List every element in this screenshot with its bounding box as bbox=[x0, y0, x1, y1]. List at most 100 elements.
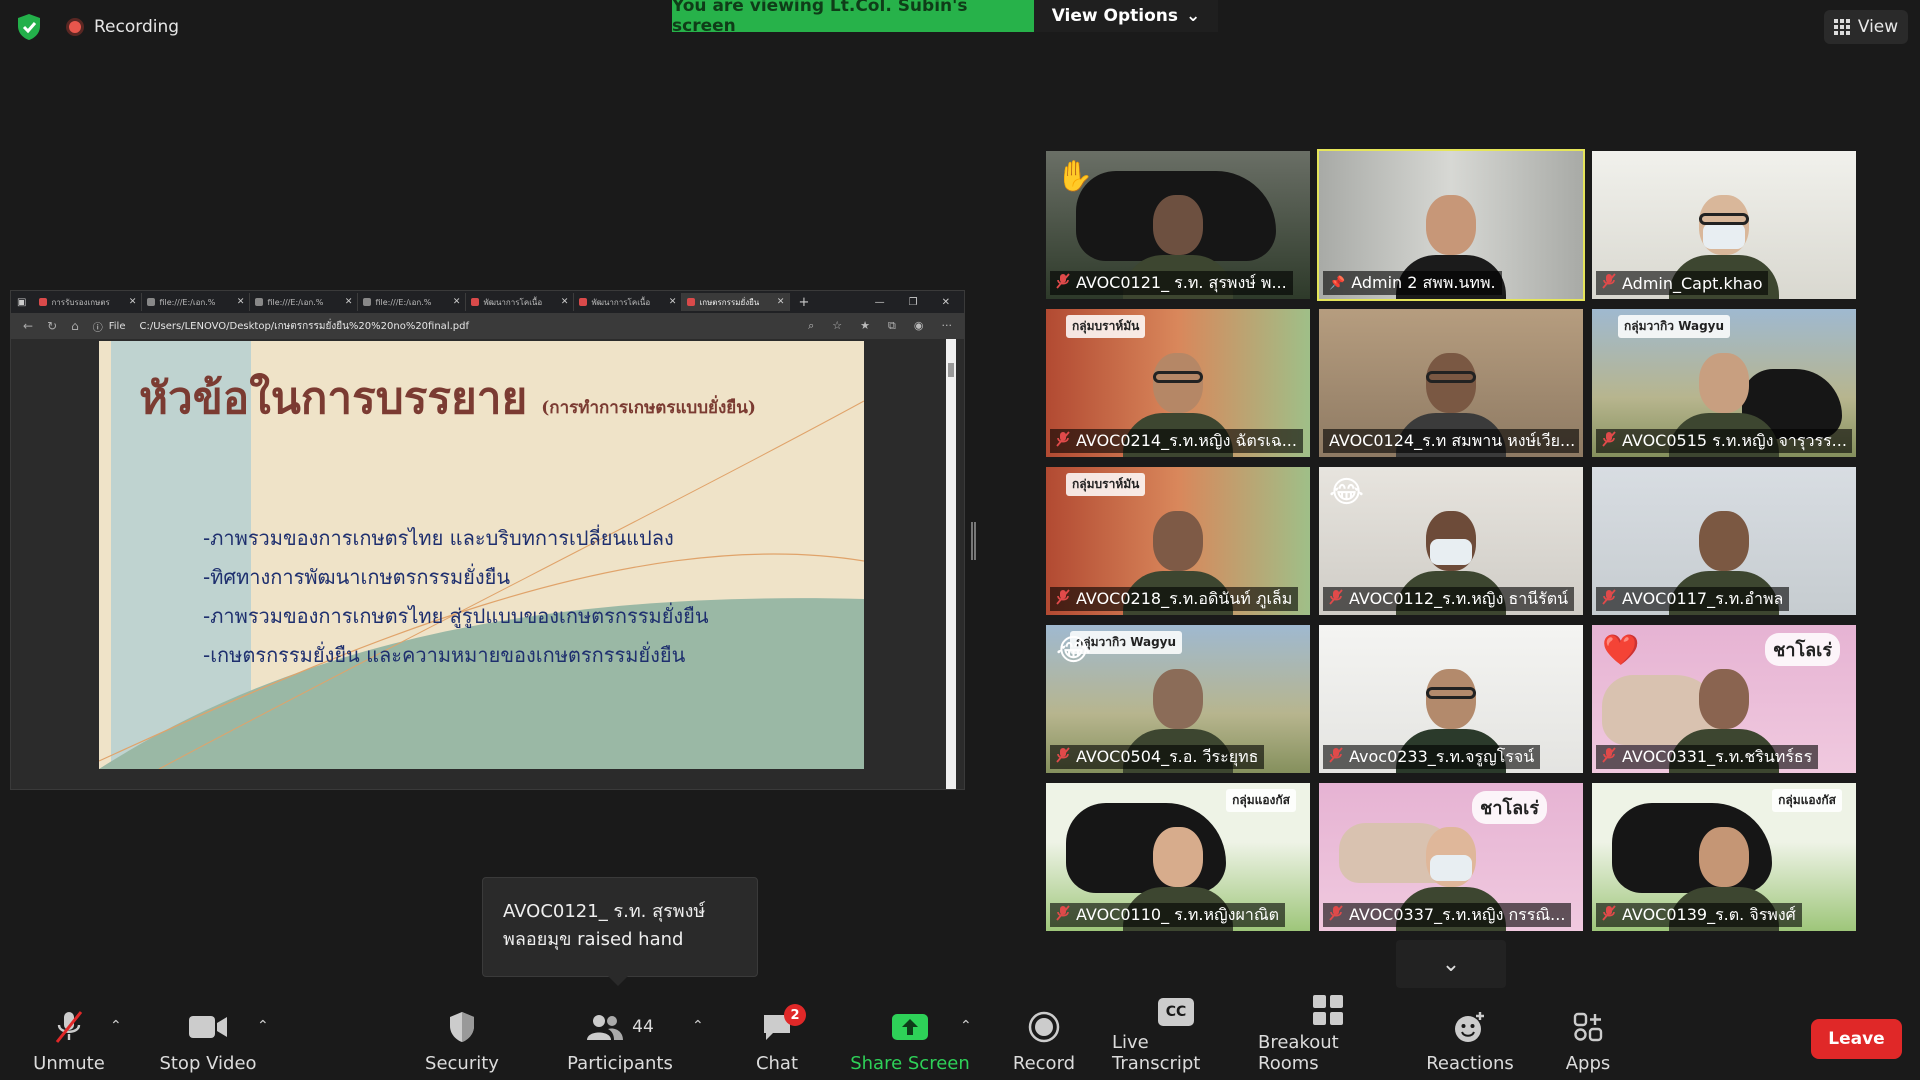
favorite-add-icon[interactable]: ☆ bbox=[832, 319, 842, 333]
participant-tile[interactable]: AVOC0124_ร.ท สมพาน หงษ์เวีย... bbox=[1319, 309, 1583, 457]
split-resize-handle[interactable] bbox=[971, 522, 976, 560]
participant-tile[interactable]: ชาโลเร่ ❤️ AVOC0331_ร.ท.ชรินทร์ธร bbox=[1592, 625, 1856, 773]
pdf-favicon-icon bbox=[471, 298, 480, 306]
close-tab-icon[interactable]: ✕ bbox=[129, 297, 137, 307]
face-mask bbox=[1430, 855, 1472, 881]
participant-tile[interactable]: กลุ่มแองกัส AVOC0110_ ร.ท.หญิงผาณิต bbox=[1046, 783, 1310, 931]
participants-button[interactable]: 44 Participants bbox=[566, 1000, 674, 1080]
reactions-button[interactable]: Reactions bbox=[1422, 1000, 1518, 1080]
person-head bbox=[1153, 827, 1203, 887]
stop-video-label: Stop Video bbox=[159, 1053, 257, 1074]
address-url[interactable]: C:/Users/LENOVO/Desktop/เกษตรกรรมยั่งยืน… bbox=[139, 319, 469, 334]
participant-tile[interactable]: กลุ่มบราห์มัน AVOC0218_ร.ท.อดินันท์ ภูเล็… bbox=[1046, 467, 1310, 615]
live-transcript-button[interactable]: CC Live Transcript bbox=[1112, 998, 1240, 1080]
participant-tile[interactable]: ชาโลเร่ AVOC0337_ร.ท.หญิง กรรณิ... bbox=[1319, 783, 1583, 931]
participant-tile[interactable]: AVOC0117_ร.ท.อำพล bbox=[1592, 467, 1856, 615]
collections-icon[interactable]: ⧉ bbox=[888, 319, 896, 333]
audio-options-chevron-icon[interactable]: ⌃ bbox=[110, 1018, 122, 1034]
participant-name: AVOC0214_ร.ท.หญิง ฉัตรเฉ... bbox=[1076, 430, 1297, 450]
close-tab-icon[interactable]: ✕ bbox=[237, 297, 245, 307]
home-icon[interactable]: ⌂ bbox=[71, 319, 79, 333]
record-button[interactable]: Record bbox=[1004, 1000, 1084, 1080]
participants-options-chevron-icon[interactable]: ⌃ bbox=[692, 1018, 704, 1034]
info-icon: ⓘ bbox=[92, 322, 103, 334]
restore-icon[interactable]: ❐ bbox=[909, 297, 918, 308]
participant-count: 44 bbox=[632, 1017, 654, 1037]
participant-tile[interactable]: Admin_Capt.khao bbox=[1592, 151, 1856, 299]
participant-tile[interactable]: กลุ่มวากิว Wagyu 😂 AVOC0504_ร.อ. วีระยุทธ bbox=[1046, 625, 1310, 773]
participant-tile[interactable]: กลุ่มวากิว Wagyu AVOC0515 ร.ท.หญิง จารุวร… bbox=[1592, 309, 1856, 457]
person-head bbox=[1153, 511, 1203, 571]
browser-tab[interactable]: file:///E:/เอก.% ✕ bbox=[250, 293, 359, 311]
browser-tab-label: พัฒนาการโคเนื้อ bbox=[483, 297, 543, 307]
stop-video-button[interactable]: Stop Video bbox=[158, 1000, 258, 1080]
unmute-button[interactable]: Unmute bbox=[24, 1000, 114, 1080]
browser-tab[interactable]: file:///E:/เอก.% ✕ bbox=[142, 293, 251, 311]
minimize-icon[interactable]: — bbox=[875, 297, 885, 308]
view-layout-button[interactable]: View bbox=[1824, 10, 1908, 44]
recording-label: Recording bbox=[94, 17, 180, 37]
share-options-chevron-icon[interactable]: ⌃ bbox=[960, 1018, 972, 1034]
close-tab-icon[interactable]: ✕ bbox=[345, 297, 353, 307]
video-options-chevron-icon[interactable]: ⌃ bbox=[257, 1018, 269, 1034]
security-label: Security bbox=[425, 1053, 499, 1074]
participant-tile[interactable]: Avoc0233_ร.ท.จรูญโรจน์ bbox=[1319, 625, 1583, 773]
tab-actions-icon[interactable]: ▣ bbox=[17, 297, 26, 308]
browser-tab-label: การรับรองเกษตร bbox=[51, 297, 110, 307]
close-window-icon[interactable]: ✕ bbox=[942, 297, 950, 308]
apps-button[interactable]: Apps bbox=[1550, 1000, 1626, 1080]
refresh-icon[interactable]: ↻ bbox=[47, 319, 57, 333]
browser-tab-label: file:///E:/เอก.% bbox=[375, 297, 432, 307]
leave-button[interactable]: Leave bbox=[1811, 1019, 1902, 1059]
glasses bbox=[1699, 213, 1749, 225]
scrollbar-thumb[interactable] bbox=[948, 363, 954, 377]
breakout-rooms-button[interactable]: Breakout Rooms bbox=[1258, 995, 1398, 1080]
shared-screen-browser[interactable]: ▣ การรับรองเกษตร ✕ file:///E:/เอก.% ✕ file:/… bbox=[10, 290, 965, 790]
security-button[interactable]: Security bbox=[420, 1000, 504, 1080]
close-tab-icon[interactable]: ✕ bbox=[777, 297, 785, 307]
participant-tile[interactable]: 😂 AVOC0112_ร.ท.หญิง ธานีรัตน์ bbox=[1319, 467, 1583, 615]
mic-muted-icon bbox=[1056, 273, 1070, 293]
browser-tab[interactable]: พัฒนาการโคเนื้อ ✕ bbox=[574, 293, 683, 311]
raised-hand-icon: ✋ bbox=[1056, 159, 1094, 194]
view-options-button[interactable]: View Options ⌄ bbox=[1034, 0, 1218, 32]
participant-tile[interactable]: กลุ่มแองกัส AVOC0139_ร.ต. จิรพงศ์ bbox=[1592, 783, 1856, 931]
record-label: Record bbox=[1012, 1053, 1076, 1074]
pdf-favicon-icon bbox=[39, 298, 48, 306]
participant-name: AVOC0112_ร.ท.หญิง ธานีรัตน์ bbox=[1349, 588, 1569, 608]
more-icon[interactable]: ··· bbox=[942, 319, 953, 333]
presentation-slide: หัวข้อในการบรรยาย (การทำการเกษตรแบบยั่งยื… bbox=[99, 341, 864, 769]
close-tab-icon[interactable]: ✕ bbox=[453, 297, 461, 307]
pdf-viewer[interactable]: หัวข้อในการบรรยาย (การทำการเกษตรแบบยั่งยื… bbox=[11, 339, 956, 789]
chat-unread-badge: 2 bbox=[784, 1004, 806, 1026]
close-tab-icon[interactable]: ✕ bbox=[669, 297, 677, 307]
share-screen-label: Share Screen bbox=[850, 1053, 970, 1074]
browser-tab[interactable]: พัฒนาการโคเนื้อ ✕ bbox=[466, 293, 575, 311]
back-arrow-icon[interactable]: ← bbox=[23, 319, 33, 333]
recording-indicator[interactable]: Recording bbox=[66, 17, 179, 37]
zoom-icon[interactable]: ⌕ bbox=[808, 319, 814, 333]
participant-name-bar: AVOC0112_ร.ท.หญิง ธานีรัตน์ bbox=[1323, 587, 1575, 611]
mic-muted-icon bbox=[1056, 431, 1070, 451]
participant-tile[interactable]: 📌 Admin 2 สพพ.นทพ. bbox=[1317, 149, 1585, 301]
browser-tab-bar: ▣ การรับรองเกษตร ✕ file:///E:/เอก.% ✕ file:/… bbox=[11, 291, 964, 313]
site-info[interactable]: ⓘ File bbox=[93, 319, 126, 334]
cc-glyph: CC bbox=[1158, 998, 1194, 1026]
mic-muted-icon bbox=[1329, 905, 1343, 925]
browser-tab[interactable]: เกษตรกรรมยั่งยืน ✕ bbox=[682, 293, 791, 311]
new-tab-icon[interactable]: + bbox=[798, 295, 809, 310]
mic-muted-icon bbox=[1329, 747, 1343, 767]
share-screen-button[interactable]: Share Screen bbox=[850, 1000, 970, 1080]
participant-tile[interactable]: ✋ AVOC0121_ ร.ท. สุรพงษ์ พ... bbox=[1046, 151, 1310, 299]
favorites-icon[interactable]: ★ bbox=[860, 319, 870, 333]
gallery-next-page-button[interactable]: ⌄ bbox=[1396, 940, 1506, 988]
browser-tab[interactable]: file:///E:/เอก.% ✕ bbox=[358, 293, 467, 311]
participant-tile[interactable]: กลุ่มบราห์มัน AVOC0214_ร.ท.หญิง ฉัตรเฉ... bbox=[1046, 309, 1310, 457]
slide-title-text: หัวข้อในการบรรยาย bbox=[139, 373, 528, 424]
encryption-shield-icon[interactable] bbox=[14, 12, 44, 42]
browser-tab[interactable]: การรับรองเกษตร ✕ bbox=[34, 293, 143, 311]
close-tab-icon[interactable]: ✕ bbox=[561, 297, 569, 307]
pdf-scrollbar[interactable] bbox=[946, 339, 956, 789]
profile-icon[interactable]: ◉ bbox=[914, 319, 924, 333]
person-head bbox=[1153, 353, 1203, 413]
